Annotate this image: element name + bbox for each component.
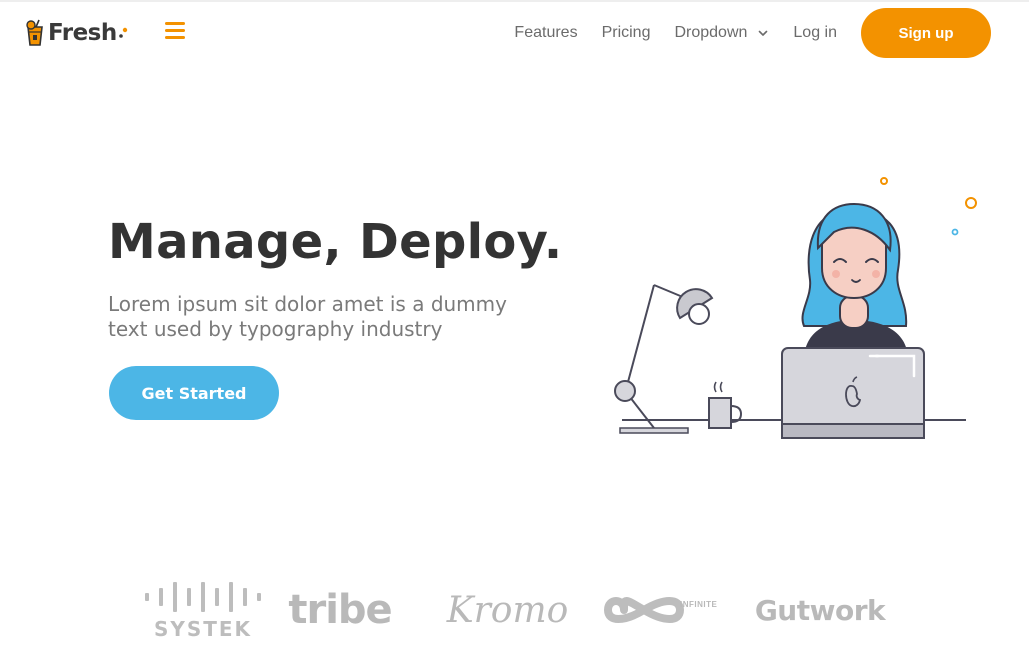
nav-links: Features Pricing Dropdown Log in Sign up [490, 2, 991, 64]
client-name: INFINITE [680, 600, 718, 609]
client-logo-tribe: tribe [288, 587, 392, 633]
hamburger-line [165, 29, 185, 32]
brand-dots-icon [118, 27, 127, 38]
infinity-icon [604, 597, 684, 623]
client-logo-infinite: INFINITE [602, 570, 717, 650]
brand-name: Fresh [48, 19, 117, 46]
brand-logo[interactable]: Fresh [24, 15, 128, 51]
client-logo-gutwork: Gutwork [754, 593, 886, 627]
hamburger-line [165, 22, 185, 25]
systek-bars-icon [140, 580, 266, 614]
juice-glass-icon [26, 19, 43, 46]
nav-link-features[interactable]: Features [514, 24, 577, 42]
hero-title: Manage, Deploy. [108, 214, 563, 270]
nav-link-pricing[interactable]: Pricing [602, 24, 651, 42]
client-logo-systek: SYSTEK [138, 570, 268, 650]
woman-at-laptop-illustration [614, 177, 977, 439]
hero-subtitle: Lorem ipsum sit dolor amet is a dummy te… [108, 292, 507, 341]
nav-link-login[interactable]: Log in [793, 24, 837, 42]
chevron-down-icon [759, 30, 768, 36]
hamburger-line [165, 36, 185, 39]
client-name: SYSTEK [153, 616, 253, 641]
nav-dropdown[interactable]: Dropdown [674, 24, 769, 42]
nav-dropdown-label: Dropdown [674, 24, 748, 41]
navbar: Fresh Features Pricing Dropdown Log in S… [0, 0, 1029, 62]
client-logos: SYSTEK tribe Kromo INFINITE Gutwork [130, 570, 900, 650]
signup-button[interactable]: Sign up [861, 8, 991, 58]
hamburger-icon[interactable] [165, 22, 187, 42]
client-logo-kromo: Kromo [446, 589, 569, 631]
get-started-button[interactable]: Get Started [109, 366, 279, 420]
